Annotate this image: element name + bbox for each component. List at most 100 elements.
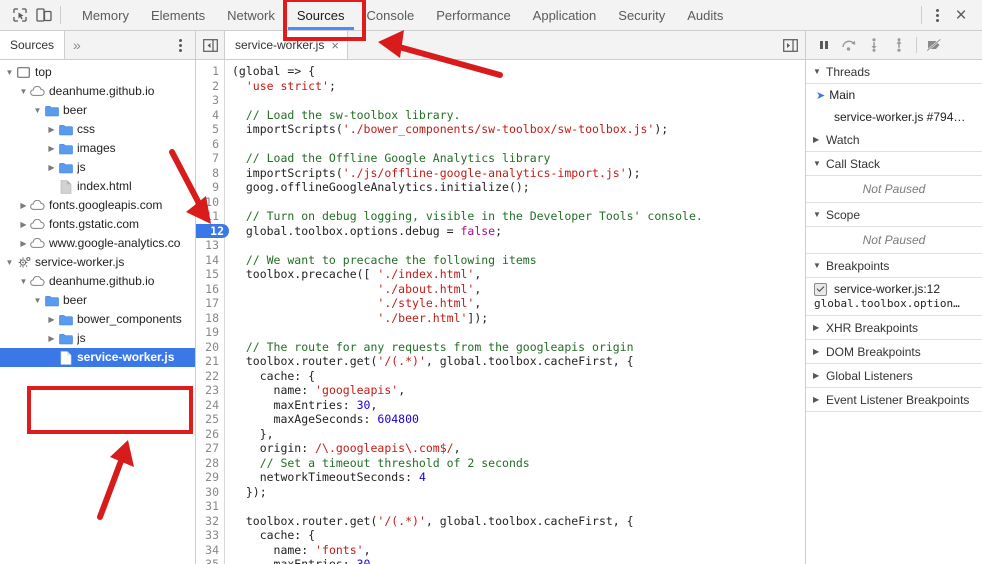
line-number[interactable]: 14 bbox=[196, 253, 224, 268]
line-number[interactable]: 21 bbox=[196, 354, 224, 369]
chevron-right-icon[interactable]: ▶ bbox=[46, 120, 57, 139]
tree-item[interactable]: ▶ fonts.gstatic.com bbox=[0, 215, 195, 234]
line-number[interactable]: 28 bbox=[196, 456, 224, 471]
section-xhr-breakpoints[interactable]: ▶ XHR Breakpoints bbox=[806, 316, 982, 340]
line-number[interactable]: 32 bbox=[196, 514, 224, 529]
navigator-more-options-icon[interactable] bbox=[169, 34, 191, 56]
tree-item[interactable]: service-worker.js bbox=[0, 348, 195, 367]
line-number[interactable]: 4 bbox=[196, 108, 224, 123]
chevron-down-icon[interactable]: ▼ bbox=[18, 82, 29, 101]
line-number[interactable]: 2 bbox=[196, 79, 224, 94]
chevron-down-icon[interactable]: ▼ bbox=[4, 63, 15, 82]
tab-memory[interactable]: Memory bbox=[71, 0, 140, 30]
tree-item[interactable]: ▶ js bbox=[0, 329, 195, 348]
tree-item[interactable]: ▶ fonts.googleapis.com bbox=[0, 196, 195, 215]
line-number[interactable]: 30 bbox=[196, 485, 224, 500]
line-number[interactable]: 19 bbox=[196, 325, 224, 340]
deactivate-breakpoints-button[interactable] bbox=[922, 33, 946, 57]
line-number[interactable]: 25 bbox=[196, 412, 224, 427]
tree-item[interactable]: ▼ beer bbox=[0, 291, 195, 310]
line-number-gutter[interactable]: 1 2 3 4 5 6 7 8 9 10 11 12 13 14 15 16 17 18 19 20 21 22 23 24 2… bbox=[196, 60, 229, 564]
chevron-right-icon[interactable]: ▶ bbox=[18, 234, 29, 253]
line-number[interactable]: 13 bbox=[196, 238, 224, 253]
chevron-down-icon[interactable]: ▼ bbox=[4, 253, 15, 272]
tab-elements[interactable]: Elements bbox=[140, 0, 216, 30]
breakpoint-item[interactable]: service-worker.js:12 global.toolbox.opti… bbox=[806, 278, 982, 316]
chevron-right-icon[interactable]: ▶ bbox=[18, 215, 29, 234]
step-into-button[interactable] bbox=[862, 33, 886, 57]
tree-item[interactable]: ▶ www.google-analytics.co bbox=[0, 234, 195, 253]
customize-devtools-icon[interactable] bbox=[926, 4, 948, 26]
chevron-right-icon[interactable]: ▶ bbox=[46, 158, 57, 177]
line-number[interactable]: 35 bbox=[196, 557, 224, 564]
line-number[interactable]: 20 bbox=[196, 340, 224, 355]
breakpoint-marker[interactable]: 12 bbox=[196, 223, 229, 238]
tab-console[interactable]: Console bbox=[356, 0, 426, 30]
tree-item[interactable]: ▼ deanhume.github.io bbox=[0, 272, 195, 291]
breakpoint-checkbox[interactable] bbox=[814, 282, 827, 296]
tree-item[interactable]: ▼ deanhume.github.io bbox=[0, 82, 195, 101]
line-number[interactable]: 24 bbox=[196, 398, 224, 413]
tree-item[interactable]: ▶ js bbox=[0, 158, 195, 177]
line-number[interactable]: 34 bbox=[196, 543, 224, 558]
section-dom-breakpoints[interactable]: ▶ DOM Breakpoints bbox=[806, 340, 982, 364]
line-number[interactable]: 8 bbox=[196, 166, 224, 181]
chevron-right-icon[interactable]: ▶ bbox=[46, 329, 57, 348]
tab-security[interactable]: Security bbox=[607, 0, 676, 30]
line-number[interactable]: 15 bbox=[196, 267, 224, 282]
section-watch[interactable]: ▶ Watch bbox=[806, 128, 982, 152]
tree-item[interactable]: ▼ service-worker.js bbox=[0, 253, 195, 272]
chevron-right-icon[interactable]: ▶ bbox=[46, 139, 57, 158]
code-lines[interactable]: (global => { 'use strict'; // Load the s… bbox=[225, 60, 703, 564]
inspect-element-icon[interactable] bbox=[8, 3, 32, 27]
chevron-right-icon[interactable]: ▶ bbox=[46, 310, 57, 329]
line-number[interactable]: 17 bbox=[196, 296, 224, 311]
show-debugger-sidebar-icon[interactable] bbox=[775, 31, 805, 59]
line-number[interactable]: 11 bbox=[196, 209, 224, 224]
code-editor[interactable]: 1 2 3 4 5 6 7 8 9 10 11 12 13 14 15 16 17 18 19 20 21 22 23 24 2… bbox=[196, 60, 805, 564]
step-over-button[interactable] bbox=[837, 33, 861, 57]
chevron-right-icon[interactable]: ▶ bbox=[18, 196, 29, 215]
line-number[interactable]: 26 bbox=[196, 427, 224, 442]
show-navigator-icon[interactable] bbox=[196, 31, 225, 59]
line-number[interactable]: 18 bbox=[196, 311, 224, 326]
line-number[interactable]: 33 bbox=[196, 528, 224, 543]
tree-item[interactable]: ▶ images bbox=[0, 139, 195, 158]
line-number[interactable]: 27 bbox=[196, 441, 224, 456]
tab-performance[interactable]: Performance bbox=[425, 0, 521, 30]
section-scope[interactable]: ▼ Scope bbox=[806, 203, 982, 227]
editor-tab-service-worker[interactable]: service-worker.js × bbox=[225, 31, 348, 59]
section-global-listeners[interactable]: ▶ Global Listeners bbox=[806, 364, 982, 388]
section-threads[interactable]: ▼ Threads bbox=[806, 60, 982, 84]
navigator-overflow-icon[interactable]: » bbox=[65, 31, 89, 59]
line-number[interactable]: 9 bbox=[196, 180, 224, 195]
line-number[interactable]: 10 bbox=[196, 195, 224, 210]
line-number[interactable]: 22 bbox=[196, 369, 224, 384]
line-number[interactable]: 3 bbox=[196, 93, 224, 108]
navigator-tab-sources[interactable]: Sources bbox=[0, 31, 66, 59]
tree-item[interactable]: ▶ bower_components bbox=[0, 310, 195, 329]
tree-item[interactable]: ▼ top bbox=[0, 63, 195, 82]
section-event-listener-breakpoints[interactable]: ▶ Event Listener Breakpoints bbox=[806, 388, 982, 412]
chevron-down-icon[interactable]: ▼ bbox=[32, 291, 43, 310]
tree-item[interactable]: index.html bbox=[0, 177, 195, 196]
section-breakpoints[interactable]: ▼ Breakpoints bbox=[806, 254, 982, 278]
chevron-down-icon[interactable]: ▼ bbox=[18, 272, 29, 291]
chevron-down-icon[interactable]: ▼ bbox=[32, 101, 43, 120]
pause-resume-script-button[interactable] bbox=[812, 33, 836, 57]
line-number[interactable]: 1 bbox=[196, 64, 224, 79]
section-call-stack[interactable]: ▼ Call Stack bbox=[806, 152, 982, 176]
line-number[interactable]: 23 bbox=[196, 383, 224, 398]
tree-item[interactable]: ▼ beer bbox=[0, 101, 195, 120]
line-number[interactable]: 31 bbox=[196, 499, 224, 514]
tab-audits[interactable]: Audits bbox=[676, 0, 734, 30]
tab-application[interactable]: Application bbox=[522, 0, 608, 30]
thread-item-worker[interactable]: service-worker.js #794… bbox=[806, 106, 982, 128]
line-number[interactable]: 16 bbox=[196, 282, 224, 297]
close-icon[interactable]: × bbox=[331, 39, 339, 52]
tab-sources[interactable]: Sources bbox=[286, 0, 356, 30]
thread-item-main[interactable]: ➤ Main bbox=[806, 84, 982, 106]
close-devtools-icon[interactable]: × bbox=[948, 2, 974, 28]
tree-item[interactable]: ▶ css bbox=[0, 120, 195, 139]
line-number[interactable]: 5 bbox=[196, 122, 224, 137]
